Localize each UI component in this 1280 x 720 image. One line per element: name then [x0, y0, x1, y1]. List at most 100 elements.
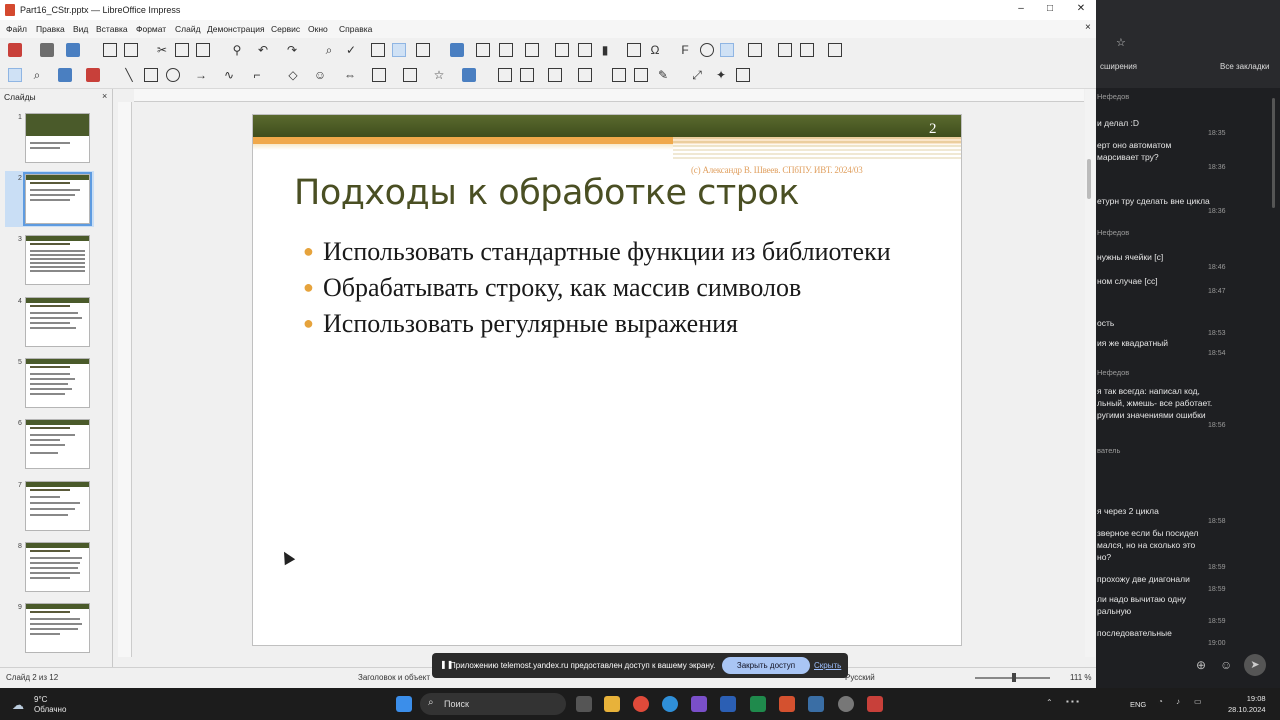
menu-slideshow[interactable]: Демонстрация — [207, 24, 265, 34]
select-icon[interactable] — [8, 68, 22, 82]
start-first-icon[interactable] — [476, 43, 490, 57]
new-slide-icon[interactable] — [748, 43, 762, 57]
callouts-icon[interactable] — [403, 68, 417, 82]
flowchart-icon[interactable] — [372, 68, 386, 82]
connector-icon[interactable]: ⌐ — [250, 68, 264, 82]
copy-icon[interactable] — [175, 43, 189, 57]
start-current-icon[interactable] — [499, 43, 513, 57]
slide-canvas[interactable]: 2 (с) Александр В. Швеев. СПбПУ. ИВТ. 20… — [252, 114, 962, 646]
all-bookmarks[interactable]: Все закладки — [1220, 62, 1269, 71]
close-document-icon[interactable]: × — [1085, 22, 1091, 33]
powerpoint-icon[interactable] — [779, 696, 795, 712]
spelling-icon[interactable]: ✓ — [344, 43, 358, 57]
delete-slide-icon[interactable] — [800, 43, 814, 57]
stop-sharing-button[interactable]: Закрыть доступ — [722, 657, 810, 674]
fontwork-icon[interactable]: F — [678, 43, 692, 57]
curve-icon[interactable]: ∿ — [222, 68, 236, 82]
stars-icon[interactable]: ☆ — [432, 68, 446, 82]
menu-help[interactable]: Справка — [339, 24, 372, 34]
media-icon[interactable] — [578, 43, 592, 57]
rectangle-icon[interactable] — [144, 68, 158, 82]
slide-bullet-list[interactable]: ● Использовать стандартные функции из биб… — [303, 235, 943, 343]
excel-icon[interactable] — [750, 696, 766, 712]
redo-icon[interactable]: ↷ — [285, 43, 299, 57]
slide-thumbnail[interactable] — [25, 419, 90, 469]
display-views-icon[interactable] — [416, 43, 430, 57]
textbox-icon[interactable] — [627, 43, 641, 57]
settings-icon[interactable] — [838, 696, 854, 712]
chart-icon[interactable]: ▮ — [598, 43, 612, 57]
crop-icon[interactable] — [634, 68, 648, 82]
send-icon[interactable]: ➤ — [1244, 654, 1266, 676]
image-icon[interactable] — [555, 43, 569, 57]
slide-thumbnail[interactable] — [25, 358, 90, 408]
slide-thumbnail[interactable] — [25, 481, 90, 531]
align-icon[interactable] — [520, 68, 534, 82]
taskbar-search[interactable]: ⌕ Поиск — [420, 693, 566, 715]
clock[interactable]: 19:08 28.10.2024 — [1228, 693, 1266, 715]
maximize-button[interactable]: □ — [1044, 3, 1056, 15]
print-icon[interactable] — [124, 43, 138, 57]
save-icon[interactable] — [66, 43, 80, 57]
menu-tools[interactable]: Сервис — [271, 24, 300, 34]
grid-icon[interactable] — [371, 43, 385, 57]
glue-points-icon[interactable]: ✦ — [714, 68, 728, 82]
paste-icon[interactable] — [196, 43, 210, 57]
star-icon[interactable]: ☆ — [1116, 36, 1126, 49]
start-icon[interactable] — [396, 696, 412, 712]
minimize-button[interactable]: – — [1015, 3, 1027, 15]
find-replace-icon[interactable]: ⌕ — [322, 43, 336, 57]
menu-insert[interactable]: Вставка — [96, 24, 128, 34]
cut-icon[interactable]: ✂ — [155, 43, 169, 57]
ellipse-icon[interactable] — [166, 68, 180, 82]
menu-edit[interactable]: Правка — [36, 24, 65, 34]
fill-color-icon[interactable] — [86, 68, 100, 82]
slides-pane-close-icon[interactable]: × — [102, 91, 107, 101]
undo-icon[interactable]: ↶ — [256, 43, 270, 57]
chat-scrollbar[interactable] — [1272, 98, 1275, 208]
close-button[interactable]: ✕ — [1075, 3, 1087, 15]
scrollbar-thumb[interactable] — [1087, 159, 1091, 199]
block-arrows-icon[interactable]: ⇔ — [343, 68, 357, 82]
word-icon[interactable] — [720, 696, 736, 712]
arrow-icon[interactable]: → — [194, 68, 208, 82]
bookmark-extensions[interactable]: сширения — [1100, 62, 1137, 71]
impress-taskbar-icon[interactable] — [867, 696, 883, 712]
arrange-icon[interactable] — [548, 68, 562, 82]
distribute-icon[interactable] — [578, 68, 592, 82]
zoom-icon[interactable]: ⌕ — [30, 68, 44, 82]
rotate-icon[interactable] — [498, 68, 512, 82]
slide-thumbnail[interactable] — [25, 113, 90, 163]
slide-layout-icon[interactable] — [828, 43, 842, 57]
slide-thumbnail[interactable] — [25, 297, 90, 347]
volume-icon[interactable]: ♪ — [1176, 697, 1180, 706]
notepad-icon[interactable] — [808, 696, 824, 712]
attach-icon[interactable]: ⊕ — [1196, 658, 1206, 672]
edge-icon[interactable] — [662, 696, 678, 712]
points-icon[interactable]: ⤢ — [690, 68, 704, 82]
master-slide-icon[interactable] — [450, 43, 464, 57]
export-pdf-icon[interactable] — [103, 43, 117, 57]
menu-format[interactable]: Формат — [136, 24, 166, 34]
shadow-icon[interactable] — [612, 68, 626, 82]
slide-thumbnail[interactable] — [25, 603, 90, 653]
line-color-icon[interactable] — [58, 68, 72, 82]
zoom-value[interactable]: 111 % — [1070, 673, 1092, 682]
duplicate-slide-icon[interactable] — [778, 43, 792, 57]
menu-view[interactable]: Вид — [73, 24, 88, 34]
hyperlink-icon[interactable] — [700, 43, 714, 57]
visual-studio-icon[interactable] — [691, 696, 707, 712]
zoom-slider-handle[interactable] — [1012, 673, 1016, 682]
new-icon[interactable] — [8, 43, 22, 57]
filter-icon[interactable]: ✎ — [656, 68, 670, 82]
tray-icons[interactable]: ▪ ▪ ▪ — [1066, 697, 1079, 706]
symbol-shapes-icon[interactable]: ☺ — [313, 68, 327, 82]
menu-slide[interactable]: Слайд — [175, 24, 201, 34]
language-status[interactable]: Русский — [845, 673, 875, 682]
file-explorer-icon[interactable] — [604, 696, 620, 712]
open-icon[interactable] — [40, 43, 54, 57]
toggle-extrusion-icon[interactable] — [736, 68, 750, 82]
clone-formatting-icon[interactable]: ⚲ — [230, 43, 244, 57]
slide-title[interactable]: Подходы к обработке строк — [294, 173, 800, 213]
show-draw-functions-icon[interactable] — [720, 43, 734, 57]
